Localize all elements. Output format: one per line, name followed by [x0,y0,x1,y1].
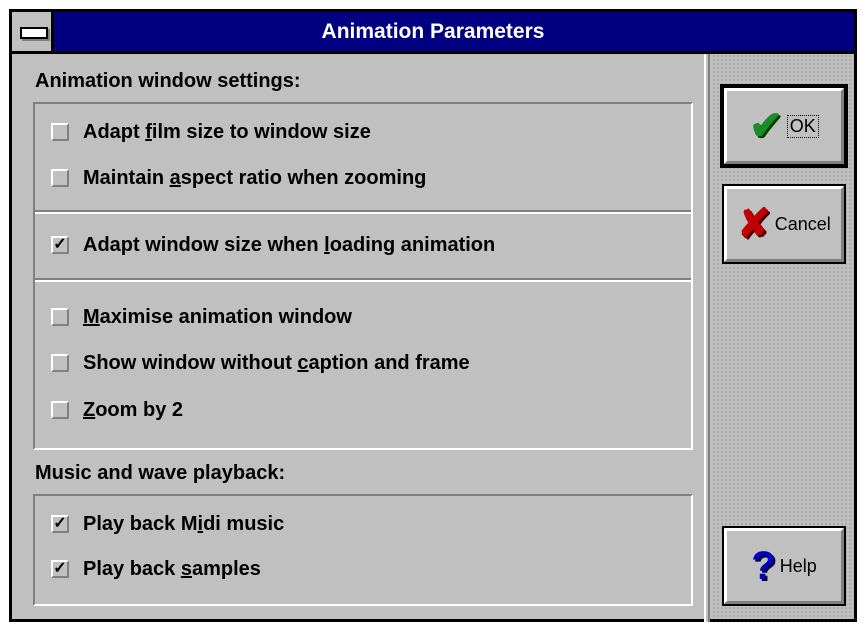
question-mark-icon: ? [751,544,776,588]
checkbox-show-without-caption[interactable]: Show window without caption and frame [35,346,470,380]
ok-label: OK [786,114,819,138]
checkbox-play-samples[interactable]: ✓ Play back samples [35,552,261,586]
group-separator [35,278,691,282]
checkbox-label: Adapt film size to window size [83,120,371,143]
cancel-label: Cancel [774,213,831,234]
help-label: Help [779,555,817,576]
checkbox-maintain-aspect-ratio[interactable]: Maintain aspect ratio when zooming [35,161,426,195]
checkbox-maximise-window[interactable]: Maximise animation window [35,300,352,334]
checkbox-box[interactable]: ✓ [51,560,69,578]
checkbox-box[interactable]: ✓ [51,515,69,533]
help-button[interactable]: ? Help [722,526,846,606]
checkbox-label: Maximise animation window [83,305,352,328]
checkbox-label: Play back samples [83,557,261,580]
group-separator [35,210,691,214]
checkbox-label: Zoom by 2 [83,398,184,421]
checkbox-box[interactable] [51,401,69,419]
checkbox-label: Adapt window size when loading animation [83,233,496,256]
title-bar: Animation Parameters [12,12,854,54]
animation-settings-header: Animation window settings: [35,70,301,92]
checkbox-adapt-window-size[interactable]: ✓ Adapt window size when loading animati… [35,228,495,262]
checkbox-adapt-film-size[interactable]: Adapt film size to window size [35,115,371,149]
checkbox-box[interactable] [51,354,69,372]
x-cross-icon: ✘ [737,202,771,246]
checkbox-zoom-by-2[interactable]: Zoom by 2 [35,393,183,427]
settings-pane: Animation window settings: Adapt film si… [21,62,693,612]
checkbox-play-midi[interactable]: ✓ Play back Midi music [35,507,284,541]
ok-button[interactable]: ✔ OK [720,84,848,168]
button-pane: ✔ OK ✘ Cancel ? Help [712,54,854,619]
animation-settings-group: Adapt film size to window size Maintain … [33,102,693,450]
dialog-window: Animation Parameters Animation window se… [9,9,857,622]
checkbox-label: Maintain aspect ratio when zooming [83,166,427,189]
checkbox-box[interactable]: ✓ [51,236,69,254]
window-title: Animation Parameters [321,20,545,43]
checkbox-box[interactable] [51,123,69,141]
checkbox-box[interactable] [51,308,69,326]
checkbox-label: Show window without caption and frame [83,351,470,374]
music-playback-group: ✓ Play back Midi music ✓ Play back sampl… [33,494,693,606]
cancel-button[interactable]: ✘ Cancel [722,184,846,264]
checkbox-box[interactable] [51,169,69,187]
checkmark-icon: ✔ [749,104,783,148]
music-playback-header: Music and wave playback: [35,462,286,484]
pane-divider [704,54,710,622]
checkbox-label: Play back Midi music [83,512,285,535]
